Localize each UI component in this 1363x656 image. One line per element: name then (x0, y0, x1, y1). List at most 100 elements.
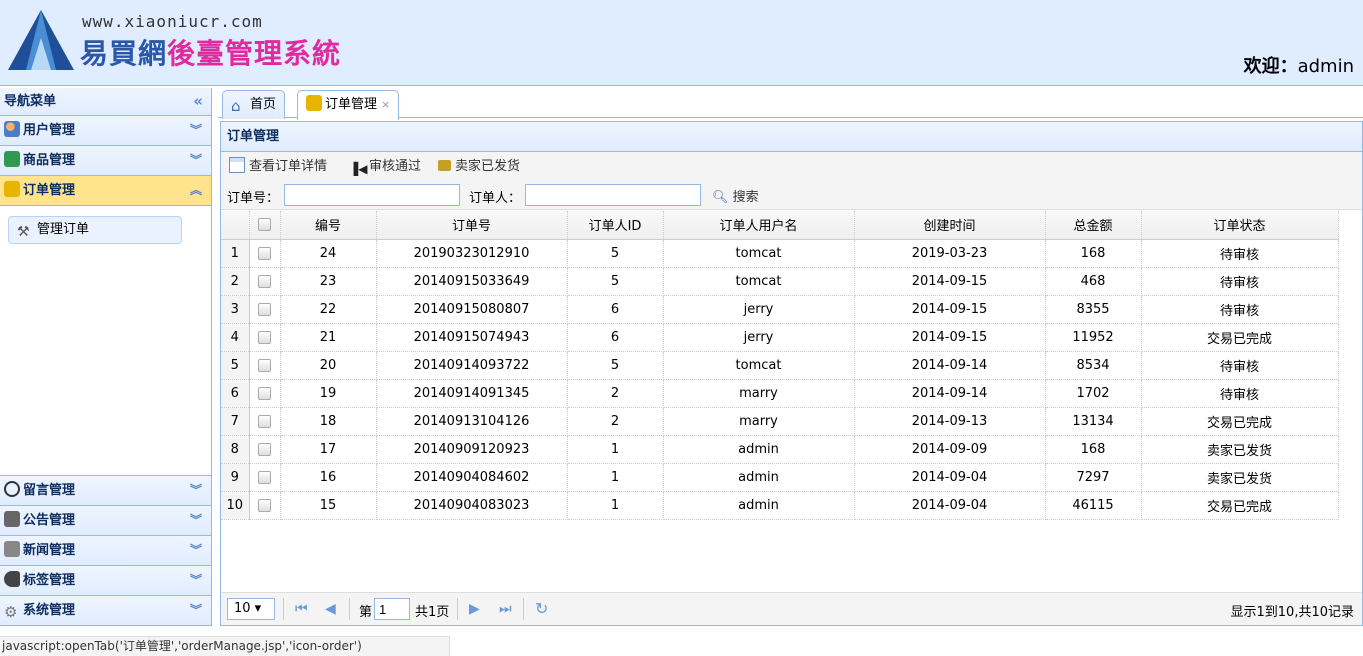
col-header[interactable]: 总金额 (1045, 211, 1142, 240)
table-cell: 2014-09-04 (854, 463, 1046, 492)
row-checkbox-cell[interactable] (249, 407, 281, 436)
row-number: 7 (221, 407, 250, 436)
row-checkbox-cell[interactable] (249, 351, 281, 380)
row-checkbox-cell[interactable] (249, 323, 281, 352)
nav-item-manage-orders[interactable]: ⚒ 管理订单 (8, 216, 182, 244)
checkbox[interactable] (258, 218, 271, 232)
nav-section-label: 标签管理 (23, 573, 76, 588)
row-checkbox[interactable] (258, 330, 271, 344)
table-row[interactable]: 5 20 20140914093722 5 tomcat 2014-09-14 8534 待审… (221, 351, 1339, 380)
order-icon (306, 95, 322, 111)
row-checkbox-cell[interactable] (249, 379, 281, 408)
chevron-down-icon[interactable]: ︾ (190, 596, 202, 625)
toolbar: 查看订单详情 ▐◀ 审核通过 卖家已发货 订单号： 订单人： 🔍︎ 搜索 (221, 152, 1362, 210)
prev-page-icon[interactable]: ◀ (325, 598, 336, 620)
page-size-select[interactable]: 10 ▾ (227, 598, 275, 620)
col-header[interactable]: 创建时间 (854, 211, 1046, 240)
row-checkbox-cell[interactable] (249, 435, 281, 464)
chevron-down-icon[interactable]: ︾ (190, 146, 202, 175)
table-row[interactable]: 3 22 20140915080807 6 jerry 2014-09-15 8355 待审核 (221, 295, 1339, 324)
table-cell: 1702 (1045, 379, 1142, 408)
nav-section-label: 留言管理 (23, 483, 76, 498)
row-checkbox-cell[interactable] (249, 267, 281, 296)
search-button[interactable]: 🔍︎ 搜索 (712, 186, 759, 205)
refresh-icon[interactable]: ↻ (535, 598, 548, 620)
last-page-icon[interactable]: ⏭ (499, 598, 512, 620)
chevron-up-icon[interactable]: ︽ (190, 176, 202, 205)
col-header[interactable]: 订单人用户名 (663, 211, 855, 240)
shipped-button[interactable]: 卖家已发货 (438, 156, 520, 178)
approve-icon: ▐◀ (349, 162, 368, 176)
row-checkbox[interactable] (258, 386, 271, 400)
rownum-header (221, 211, 250, 240)
chevron-down-icon[interactable]: ︾ (190, 536, 202, 565)
table-cell: jerry (663, 323, 855, 352)
table-row[interactable]: 9 16 20140904084602 1 admin 2014-09-04 7297 卖家已… (221, 463, 1339, 492)
table-cell: 1 (567, 435, 664, 464)
first-page-icon[interactable]: ⏮ (295, 598, 308, 620)
select-all-checkbox[interactable] (249, 211, 281, 240)
table-row[interactable]: 2 23 20140915033649 5 tomcat 2014-09-15 468 待审核 (221, 267, 1339, 296)
table-cell: marry (663, 379, 855, 408)
close-icon[interactable]: × (381, 98, 390, 111)
approve-button[interactable]: ▐◀ 审核通过 (349, 156, 421, 178)
col-header[interactable]: 编号 (280, 211, 377, 240)
order-no-input[interactable] (284, 184, 460, 206)
table-cell: tomcat (663, 351, 855, 380)
table-cell: 20140915033649 (376, 267, 568, 296)
order-panel: 订单管理 查看订单详情 ▐◀ 审核通过 卖家已发货 订单号： 订单人： 🔍︎ 搜索 (220, 121, 1363, 626)
row-checkbox-cell[interactable] (249, 295, 281, 324)
col-header[interactable]: 订单号 (376, 211, 568, 240)
row-checkbox[interactable] (258, 302, 271, 316)
page-total: 共1页 (415, 605, 450, 620)
table-row[interactable]: 8 17 20140909120923 1 admin 2014-09-09 168 卖家已发… (221, 435, 1339, 464)
page-number-input[interactable] (374, 598, 410, 620)
nav-section-label: 新闻管理 (23, 543, 76, 558)
row-checkbox[interactable] (258, 246, 271, 260)
row-checkbox[interactable] (258, 442, 271, 456)
table-cell: 24 (280, 239, 377, 268)
nav-section-goods[interactable]: 商品管理 ︾ (0, 146, 211, 176)
table-cell: 2 (567, 379, 664, 408)
chevron-down-icon[interactable]: ︾ (190, 116, 202, 145)
chevron-down-icon[interactable]: ︾ (190, 476, 202, 505)
nav-section-system[interactable]: ⚙ 系统管理 ︾ (0, 596, 211, 626)
nav-section-notices[interactable]: 公告管理 ︾ (0, 506, 211, 536)
page-prefix: 第 (359, 605, 373, 620)
nav-section-orders[interactable]: 订单管理 ︽ (0, 176, 211, 206)
nav-section-users[interactable]: 用户管理 ︾ (0, 116, 211, 146)
next-page-icon[interactable]: ▶ (469, 598, 480, 620)
orderer-input[interactable] (525, 184, 701, 206)
message-icon (4, 481, 20, 497)
tab-home[interactable]: ⌂ 首页 (222, 90, 286, 119)
table-cell: admin (663, 491, 855, 520)
table-row[interactable]: 4 21 20140915074943 6 jerry 2014-09-15 11952 交易… (221, 323, 1339, 352)
table-cell: 20140913104126 (376, 407, 568, 436)
table-cell: admin (663, 435, 855, 464)
nav-section-tags[interactable]: 标签管理 ︾ (0, 566, 211, 596)
row-checkbox[interactable] (258, 414, 271, 428)
row-checkbox-cell[interactable] (249, 463, 281, 492)
row-checkbox[interactable] (258, 498, 271, 512)
chevron-down-icon[interactable]: ︾ (190, 506, 202, 535)
tab-order-manage[interactable]: 订单管理 × (297, 90, 400, 120)
tag-icon (4, 571, 20, 587)
chevron-down-icon[interactable]: ︾ (190, 566, 202, 595)
table-row[interactable]: 6 19 20140914091345 2 marry 2014-09-14 1702 待审核 (221, 379, 1339, 408)
row-checkbox-cell[interactable] (249, 491, 281, 520)
view-detail-button[interactable]: 查看订单详情 (229, 156, 327, 178)
row-checkbox[interactable] (258, 274, 271, 288)
collapse-left-icon[interactable]: « (193, 88, 203, 115)
nav-section-news[interactable]: 新闻管理 ︾ (0, 536, 211, 566)
col-header[interactable]: 订单状态 (1141, 211, 1339, 240)
nav-section-messages[interactable]: 留言管理 ︾ (0, 476, 211, 506)
table-row[interactable]: 7 18 20140913104126 2 marry 2014-09-13 13134 交易… (221, 407, 1339, 436)
nav-section-label: 公告管理 (23, 513, 76, 528)
row-checkbox[interactable] (258, 470, 271, 484)
col-header[interactable]: 订单人ID (567, 211, 664, 240)
row-checkbox-cell[interactable] (249, 239, 281, 268)
row-checkbox[interactable] (258, 358, 271, 372)
table-row[interactable]: 1 24 20190323012910 5 tomcat 2019-03-23 168 待审核 (221, 239, 1339, 268)
table-row[interactable]: 10 15 20140904083023 1 admin 2014-09-04 46115 交… (221, 491, 1339, 520)
record-info: 显示1到10,共10记录 (1230, 605, 1355, 620)
